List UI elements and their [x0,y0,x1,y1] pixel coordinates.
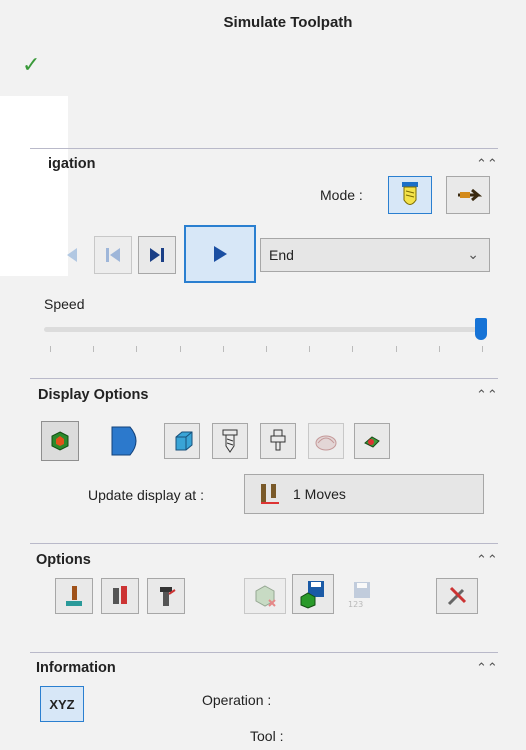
navigation-divider [30,148,498,149]
solid-display-button[interactable] [164,423,200,459]
xyz-button[interactable]: XYZ [40,686,84,722]
update-moves-icon [261,484,279,504]
part-display-icon [111,426,137,456]
tool-display-icon [222,429,238,453]
go-to-start-button[interactable] [94,236,132,274]
option-2-icon [113,586,127,604]
play-icon [214,246,227,262]
stock-display-button[interactable] [41,421,79,461]
tool-mode-icon [402,182,418,205]
option-2-button[interactable] [101,578,139,614]
option-3-icon [160,587,176,606]
slider-tick [136,346,138,352]
settings-icon [447,586,467,606]
slider-tick [309,346,311,352]
slider-tick [50,346,51,352]
fixture-display-icon [364,436,380,448]
next-step-icon [150,248,164,262]
settings-button[interactable] [436,578,478,614]
save-stl-button[interactable]: 123 [338,576,380,614]
update-display-field[interactable]: 1 Moves [244,474,484,514]
collapse-options-icon[interactable]: ⌃⌃ [476,552,498,568]
slider-tick [93,346,95,352]
go-to-start-icon [106,248,120,262]
display-options-divider [30,378,498,379]
option-1-button[interactable] [55,578,93,614]
display-options-title: Display Options [38,387,149,403]
fly-mode-button[interactable] [446,176,490,214]
options-divider [30,543,498,544]
tool-label: Tool : [250,728,284,744]
navigation-section-title: igation [48,156,96,172]
solid-display-icon [175,431,193,451]
stock-display-icon [51,431,69,451]
speed-label: Speed [44,296,85,312]
update-display-value: 1 Moves [293,486,346,502]
panel-title: Simulate Toolpath [223,14,353,31]
xyz-label: XYZ [49,696,75,712]
tool-mode-button[interactable] [388,176,432,214]
operation-label: Operation : [202,692,272,708]
slider-tick [266,346,267,352]
save-stl-icon: 123 [348,582,370,609]
speed-slider-track[interactable] [44,327,486,332]
slider-tick [222,346,224,352]
compare-icon [255,585,276,607]
checkmark-icon[interactable]: ✓ [22,52,40,78]
tool-display-button[interactable] [212,423,248,459]
options-title: Options [36,552,91,568]
slider-tick [179,346,181,352]
part-display-button[interactable] [98,423,154,459]
speed-slider-thumb[interactable] [475,318,487,340]
slider-tick [438,346,440,352]
mode-label: Mode : [320,187,363,203]
fixture-display-button[interactable] [354,423,390,459]
toolpath-display-icon [315,435,337,451]
information-title: Information [36,660,116,676]
slider-tick [395,346,397,352]
save-stock-button[interactable] [292,574,334,614]
stop-at-value: End [269,247,294,263]
toolpath-display-button[interactable] [308,423,344,459]
holder-display-icon [270,429,286,451]
fly-mode-icon [458,188,482,202]
play-button[interactable] [184,225,256,283]
chevron-down-icon: ⌄ [467,246,479,262]
compare-button[interactable] [244,578,286,614]
save-stock-icon [300,581,324,609]
information-divider [30,652,498,653]
svg-text:123: 123 [348,600,363,609]
previous-icon [67,248,77,262]
collapse-navigation-icon[interactable]: ⌃⌃ [476,156,498,172]
option-1-icon [66,586,82,606]
previous-button[interactable] [58,236,86,274]
next-step-button[interactable] [138,236,176,274]
slider-tick [352,346,354,352]
collapse-display-options-icon[interactable]: ⌃⌃ [476,387,498,403]
stop-at-dropdown[interactable]: End ⌄ [260,238,490,272]
option-3-button[interactable] [147,578,185,614]
holder-display-button[interactable] [260,423,296,459]
slider-tick [482,346,483,352]
update-display-label: Update display at : [88,487,204,503]
collapse-information-icon[interactable]: ⌃⌃ [476,660,498,676]
